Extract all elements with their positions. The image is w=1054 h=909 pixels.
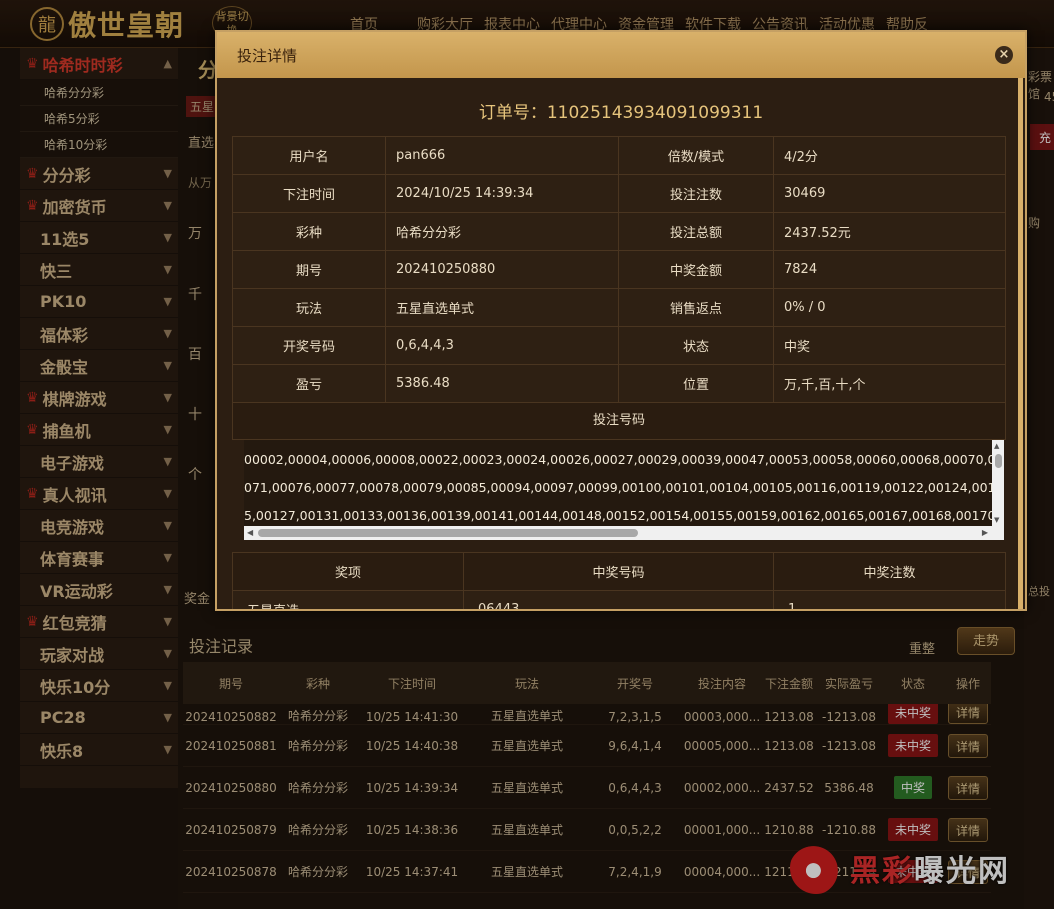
detail-label: 玩法 bbox=[232, 288, 386, 327]
order-value: 11025143934091099311 bbox=[546, 103, 764, 123]
detail-label: 下注时间 bbox=[232, 174, 386, 213]
prize-row: 五星直选 06443 1 bbox=[232, 590, 1006, 609]
bet-numbers-line: 071,00076,00077,00078,00079,00085,00094,… bbox=[244, 480, 994, 495]
detail-value: 中奖 bbox=[773, 326, 1006, 365]
detail-label: 期号 bbox=[232, 250, 386, 289]
detail-label: 中奖金额 bbox=[618, 250, 774, 289]
prize-header: 奖项 bbox=[232, 552, 464, 591]
scroll-right-icon[interactable]: ▶ bbox=[982, 528, 988, 537]
numbers-horizontal-scrollbar[interactable]: ◀ ▶ bbox=[244, 526, 1004, 540]
detail-label: 倍数/模式 bbox=[618, 136, 774, 175]
detail-row: 开奖号码 0,6,4,4,3 状态 中奖 bbox=[232, 326, 1006, 365]
detail-row: 下注时间 2024/10/25 14:39:34 投注注数 30469 bbox=[232, 174, 1006, 213]
detail-label: 彩种 bbox=[232, 212, 386, 251]
scroll-left-icon[interactable]: ◀ bbox=[247, 528, 253, 537]
bet-numbers-line: 00002,00004,00006,00008,00022,00023,0002… bbox=[244, 452, 994, 467]
detail-value: 7824 bbox=[773, 250, 1006, 289]
prize-cell: 1 bbox=[773, 590, 1006, 609]
detail-label: 状态 bbox=[618, 326, 774, 365]
detail-row: 期号 202410250880 中奖金额 7824 bbox=[232, 250, 1006, 289]
scroll-thumb[interactable] bbox=[258, 529, 638, 537]
detail-label: 用户名 bbox=[232, 136, 386, 175]
detail-value: 0,6,4,4,3 bbox=[385, 326, 619, 365]
detail-value: 0% / 0 bbox=[773, 288, 1006, 327]
modal-header: 投注详情 × bbox=[217, 32, 1025, 78]
modal-body: 订单号：11025143934091099311 用户名 pan666 倍数/模式 4… bbox=[217, 78, 1025, 609]
detail-row: 彩种 哈希分分彩 投注总额 2437.52元 bbox=[232, 212, 1006, 251]
scroll-down-icon[interactable]: ▼ bbox=[994, 516, 999, 524]
order-label: 订单号： bbox=[478, 103, 547, 123]
numbers-vertical-scrollbar[interactable]: ▲ ▼ bbox=[992, 440, 1004, 526]
bet-detail-modal: 投注详情 × 订单号：11025143934091099311 用户名 pan66… bbox=[215, 30, 1027, 611]
prize-cell: 06443 bbox=[463, 590, 774, 609]
bet-numbers-box: 00002,00004,00006,00008,00022,00023,0002… bbox=[244, 440, 1004, 540]
modal-scrollbar[interactable] bbox=[1018, 78, 1023, 609]
scroll-up-icon[interactable]: ▲ bbox=[994, 442, 999, 450]
detail-value: 2437.52元 bbox=[773, 212, 1006, 251]
bet-numbers-title: 投注号码 bbox=[232, 402, 1006, 440]
detail-label: 投注注数 bbox=[618, 174, 774, 213]
detail-value: 4/2分 bbox=[773, 136, 1006, 175]
modal-title: 投注详情 bbox=[237, 46, 298, 65]
prize-table: 奖项 中奖号码 中奖注数 五星直选 06443 1 bbox=[232, 552, 1006, 609]
detail-label: 销售返点 bbox=[618, 288, 774, 327]
detail-value: 202410250880 bbox=[385, 250, 619, 289]
detail-value: 30469 bbox=[773, 174, 1006, 213]
detail-table: 用户名 pan666 倍数/模式 4/2分 下注时间 2024/10/25 14:39:3… bbox=[232, 136, 1006, 403]
detail-value: 五星直选单式 bbox=[385, 288, 619, 327]
prize-header: 中奖注数 bbox=[773, 552, 1006, 591]
bet-numbers-text: 00002,00004,00006,00008,00022,00023,0002… bbox=[244, 446, 994, 530]
detail-value: 万,千,百,十,个 bbox=[773, 364, 1006, 403]
detail-row: 玩法 五星直选单式 销售返点 0% / 0 bbox=[232, 288, 1006, 327]
detail-row: 用户名 pan666 倍数/模式 4/2分 bbox=[232, 136, 1006, 175]
detail-row: 盈亏 5386.48 位置 万,千,百,十,个 bbox=[232, 364, 1006, 403]
detail-label: 盈亏 bbox=[232, 364, 386, 403]
prize-header-row: 奖项 中奖号码 中奖注数 bbox=[232, 552, 1006, 591]
prize-header: 中奖号码 bbox=[463, 552, 774, 591]
detail-label: 位置 bbox=[618, 364, 774, 403]
detail-value: 哈希分分彩 bbox=[385, 212, 619, 251]
detail-value: 5386.48 bbox=[385, 364, 619, 403]
detail-value: pan666 bbox=[385, 136, 619, 175]
detail-label: 开奖号码 bbox=[232, 326, 386, 365]
close-icon[interactable]: × bbox=[995, 46, 1013, 64]
prize-cell: 五星直选 bbox=[232, 590, 464, 609]
scroll-thumb[interactable] bbox=[995, 454, 1002, 468]
detail-value: 2024/10/25 14:39:34 bbox=[385, 174, 619, 213]
order-number: 订单号：11025143934091099311 bbox=[217, 98, 1025, 123]
detail-label: 投注总额 bbox=[618, 212, 774, 251]
